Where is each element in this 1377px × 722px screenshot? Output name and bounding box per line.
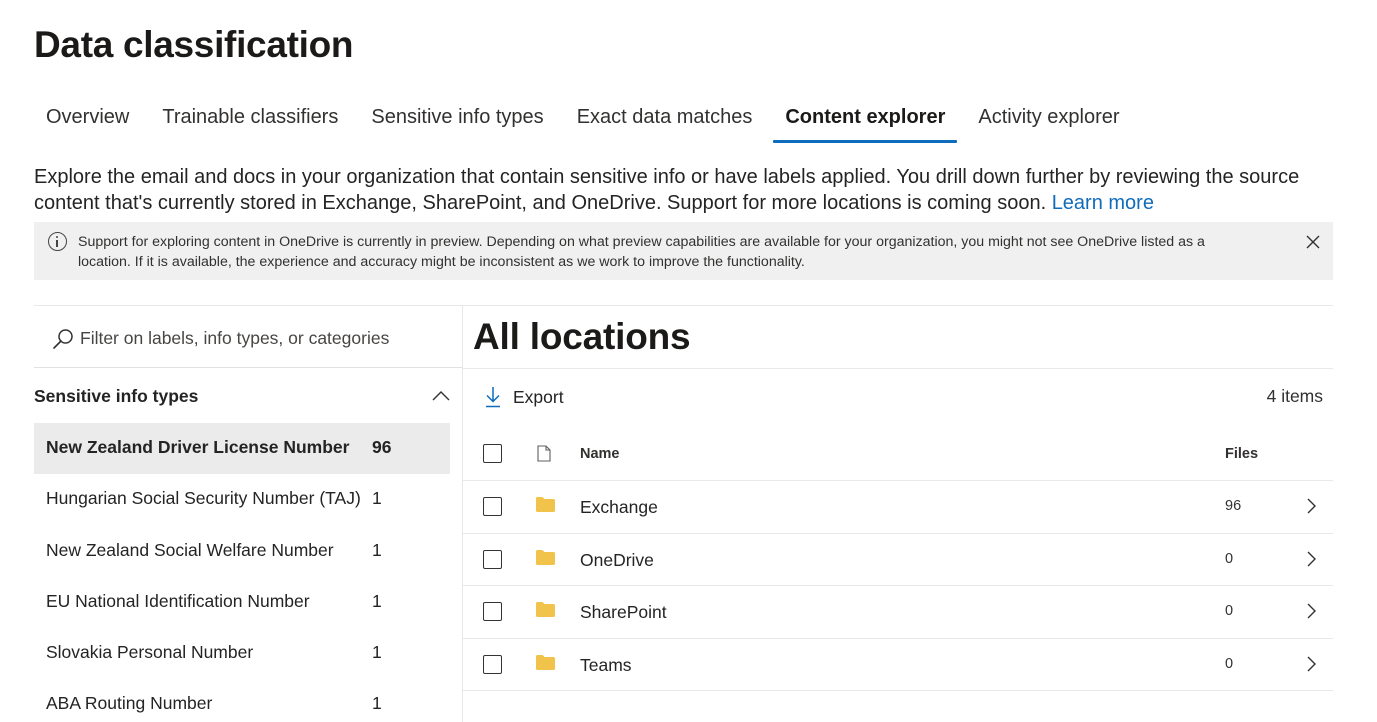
list-item[interactable]: Slovakia Personal Number 1	[34, 628, 450, 679]
chevron-right-icon[interactable]	[1306, 551, 1316, 567]
list-item-label: New Zealand Social Welfare Number	[46, 539, 334, 560]
select-all-checkbox[interactable]	[483, 444, 502, 463]
tab-overview[interactable]: Overview	[34, 100, 141, 146]
preview-notice-banner: Support for exploring content in OneDriv…	[34, 222, 1333, 280]
folder-icon	[536, 497, 555, 512]
filter-input[interactable]	[80, 322, 440, 354]
list-item-count: 1	[372, 539, 382, 560]
chevron-right-icon[interactable]	[1306, 603, 1316, 619]
search-icon	[53, 329, 73, 349]
table-row[interactable]: Teams 0	[463, 639, 1333, 691]
sensitive-info-type-list: New Zealand Driver License Number 96 Hun…	[34, 423, 450, 722]
tab-bar: Overview Trainable classifiers Sensitive…	[34, 100, 1141, 146]
folder-icon	[536, 602, 555, 617]
folder-icon	[536, 654, 555, 670]
column-header-files[interactable]: Files	[1225, 446, 1258, 462]
list-item-count: 1	[372, 590, 382, 611]
row-checkbox[interactable]	[483, 602, 502, 621]
location-file-count: 0	[1225, 655, 1234, 672]
location-name: SharePoint	[580, 602, 667, 622]
export-label: Export	[513, 386, 564, 407]
tab-content-explorer[interactable]: Content explorer	[773, 100, 958, 146]
page-title: Data classification	[34, 24, 354, 65]
folder-icon	[536, 549, 555, 565]
row-checkbox[interactable]	[483, 654, 502, 674]
sensitive-info-types-section-toggle[interactable]: Sensitive info types	[34, 372, 450, 420]
table-header-row: Name Files	[463, 428, 1333, 481]
table-row[interactable]: OneDrive 0	[463, 534, 1333, 586]
list-item-count: 1	[372, 693, 382, 714]
list-item-label: ABA Routing Number	[46, 693, 213, 714]
close-icon[interactable]	[1305, 234, 1321, 250]
tab-sensitive-info-types[interactable]: Sensitive info types	[359, 100, 555, 146]
banner-message: Support for exploring content in OneDriv…	[78, 234, 1205, 270]
locations-divider	[463, 368, 1333, 369]
chevron-right-icon[interactable]	[1306, 498, 1316, 514]
list-item[interactable]: ABA Routing Number 1	[34, 679, 450, 722]
location-file-count: 0	[1225, 603, 1234, 619]
filter-box	[34, 306, 462, 368]
page-description: Explore the email and docs in your organ…	[34, 164, 1334, 216]
list-item-count: 1	[372, 642, 382, 663]
location-file-count: 0	[1225, 550, 1234, 567]
items-count: 4 items	[1266, 386, 1323, 406]
table-row[interactable]: Exchange 96	[463, 481, 1333, 534]
learn-more-link[interactable]: Learn more	[1052, 192, 1154, 214]
tab-trainable-classifiers[interactable]: Trainable classifiers	[150, 100, 350, 146]
location-name: OneDrive	[580, 549, 654, 570]
section-title: Sensitive info types	[34, 386, 199, 406]
list-item-label: Slovakia Personal Number	[46, 642, 254, 663]
list-item[interactable]: New Zealand Social Welfare Number 1	[34, 526, 450, 577]
download-icon	[486, 387, 500, 408]
location-file-count: 96	[1225, 498, 1242, 514]
location-name: Exchange	[580, 497, 658, 517]
locations-title: All locations	[473, 316, 691, 357]
document-icon	[537, 445, 551, 462]
tab-exact-data-matches[interactable]: Exact data matches	[565, 100, 765, 146]
list-item[interactable]: New Zealand Driver License Number 96	[34, 423, 450, 475]
column-header-name[interactable]: Name	[580, 446, 620, 462]
list-item-count: 1	[372, 488, 382, 509]
locations-table: Name Files Exchange 96 OneDrive 0 ShareP…	[463, 428, 1333, 691]
tab-activity-explorer[interactable]: Activity explorer	[966, 100, 1131, 146]
table-row[interactable]: SharePoint 0	[463, 586, 1333, 639]
list-item-count: 96	[372, 437, 392, 457]
row-checkbox[interactable]	[483, 549, 502, 569]
list-item-label: EU National Identification Number	[46, 590, 310, 611]
chevron-up-icon	[432, 391, 450, 401]
info-icon	[48, 232, 67, 251]
export-button[interactable]: Export	[484, 383, 564, 411]
list-item[interactable]: Hungarian Social Security Number (TAJ) 1	[34, 474, 450, 525]
location-name: Teams	[580, 654, 632, 675]
chevron-right-icon[interactable]	[1306, 656, 1316, 672]
list-item-label: New Zealand Driver License Number	[46, 437, 350, 457]
list-item-label: Hungarian Social Security Number (TAJ)	[46, 488, 361, 509]
row-checkbox[interactable]	[483, 497, 502, 516]
list-item[interactable]: EU National Identification Number 1	[34, 577, 450, 628]
